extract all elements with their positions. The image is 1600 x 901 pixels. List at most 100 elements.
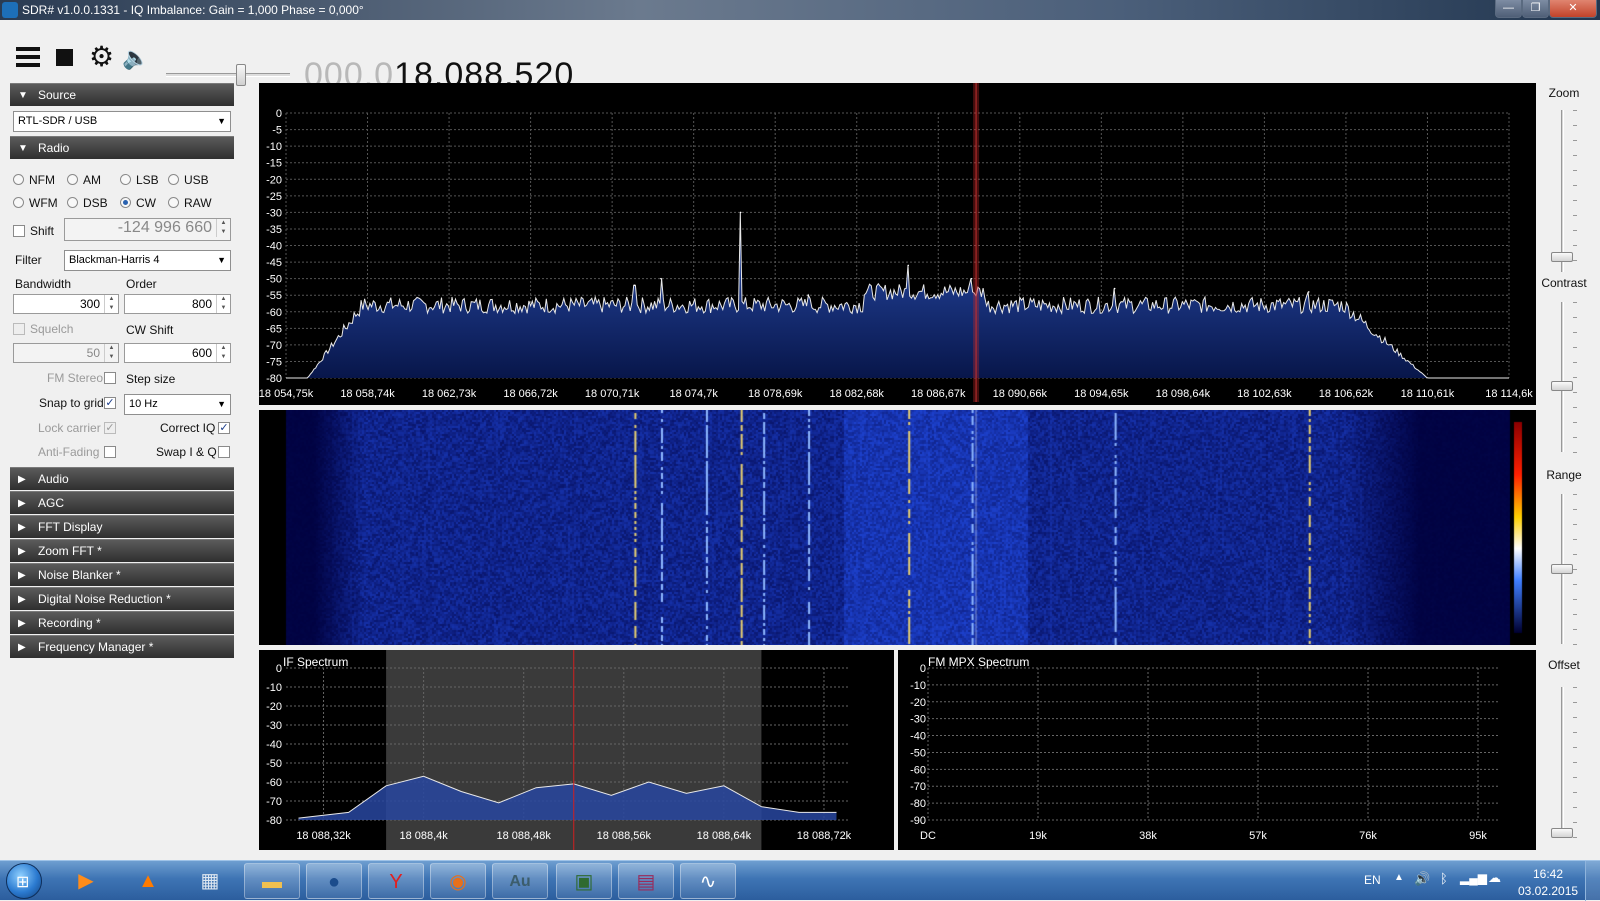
stop-icon[interactable] xyxy=(56,49,73,66)
offset-slider[interactable] xyxy=(1561,687,1564,837)
filter-select[interactable]: Blackman-Harris 4 ▼ xyxy=(64,250,231,271)
audition-icon[interactable]: Au xyxy=(492,863,548,899)
explorer-icon[interactable]: ▬ xyxy=(244,863,300,899)
calculator-icon[interactable]: ▦ xyxy=(182,863,238,899)
lock-carrier-label: Lock carrier xyxy=(38,421,101,435)
zoom-slider-thumb[interactable] xyxy=(1551,252,1573,262)
fm-mpx-spectrum[interactable]: 0 -10 -20 -30 -40 -50 -60 -70 -80 -90 DC 19k 38k 57k 7… xyxy=(898,650,1536,850)
if-spectrum[interactable]: 0 -10 -20 -30 -40 -50 -60 -70 -80 18 088,32k 18 08… xyxy=(259,650,894,850)
language-indicator[interactable]: EN xyxy=(1364,873,1381,887)
mode-radio-cw[interactable]: CW xyxy=(120,196,156,210)
mode-radio-nfm[interactable]: NFM xyxy=(13,173,55,187)
y-tick-label: -80 xyxy=(910,798,926,810)
control-panel: ▼ Source RTL-SDR / USB ▼ ▼ Radio NFM AM LSB US… xyxy=(10,83,234,658)
section-recording[interactable]: ▶ Recording * xyxy=(10,611,234,634)
show-desktop-button[interactable] xyxy=(1585,861,1600,901)
y-tick-label: -40 xyxy=(266,241,282,253)
volume-tray-icon[interactable]: 🔊 xyxy=(1414,871,1430,887)
globe-icon[interactable]: ● xyxy=(306,863,362,899)
minimize-button[interactable]: — xyxy=(1495,0,1522,18)
radio-circle-icon xyxy=(120,174,131,185)
offset-slider-thumb[interactable] xyxy=(1551,828,1573,838)
yandex-icon[interactable]: Y xyxy=(368,863,424,899)
volume-slider[interactable] xyxy=(166,73,290,77)
bluetooth-icon[interactable]: ᛒ xyxy=(1440,871,1448,886)
section-zoom-fft[interactable]: ▶ Zoom FFT * xyxy=(10,539,234,562)
signal-peak xyxy=(633,284,636,287)
tray-expand-icon[interactable]: ▲ xyxy=(1394,872,1404,883)
correct-iq-checkbox[interactable]: ✓ xyxy=(218,422,230,434)
spin-arrows-icon[interactable]: ▲ ▼ xyxy=(104,344,118,362)
slider-tick xyxy=(1573,332,1577,333)
section-audio[interactable]: ▶ Audio xyxy=(10,467,234,490)
fm-stereo-checkbox[interactable] xyxy=(104,372,116,384)
zoom-slider[interactable] xyxy=(1561,110,1564,272)
section-agc[interactable]: ▶ AGC xyxy=(10,491,234,514)
expand-arrow-icon: ▶ xyxy=(18,594,26,605)
vlc-icon[interactable]: ▲ xyxy=(120,863,176,899)
start-button[interactable]: ⊞ xyxy=(6,863,42,899)
waterfall[interactable] xyxy=(259,410,1536,645)
sdrsharp-icon[interactable]: ∿ xyxy=(680,863,736,899)
signal-icon[interactable]: ▂▄▆ xyxy=(1460,871,1487,885)
source-select[interactable]: RTL-SDR / USB ▼ xyxy=(13,111,231,132)
monitor-icon[interactable]: ▣ xyxy=(556,863,612,899)
mode-radio-am[interactable]: AM xyxy=(67,173,101,187)
clock-time[interactable]: 16:42 xyxy=(1533,867,1563,881)
swap-iq-checkbox[interactable] xyxy=(218,446,230,458)
squelch-checkbox[interactable] xyxy=(13,323,25,335)
section-source-label: Source xyxy=(38,88,77,102)
speaker-icon[interactable]: 🔈 xyxy=(122,46,149,70)
mode-radio-usb[interactable]: USB xyxy=(168,173,209,187)
section-digital-noise-reduction[interactable]: ▶ Digital Noise Reduction * xyxy=(10,587,234,610)
network-icon[interactable]: ☁ xyxy=(1488,870,1501,886)
cw-shift-input[interactable]: 600 ▲ ▼ xyxy=(124,343,231,363)
waterfall-canvas[interactable] xyxy=(259,410,1536,645)
signal-peak xyxy=(907,264,910,267)
section-noise-blanker[interactable]: ▶ Noise Blanker * xyxy=(10,563,234,586)
shift-frequency-input[interactable]: -124 996 660 ▲ ▼ xyxy=(64,218,231,241)
main-spectrum[interactable]: 0 -5 -10 -15 -20 -25 -30 -35 -40 -45 -50 -55 -60 -65 -… xyxy=(259,83,1536,405)
section-frequency-manager[interactable]: ▶ Frequency Manager * xyxy=(10,635,234,658)
mode-radio-raw[interactable]: RAW xyxy=(168,196,212,210)
main-spectrum-plot[interactable]: 0 -5 -10 -15 -20 -25 -30 -35 -40 -45 -50 -55 -60 -65 -… xyxy=(259,83,1536,405)
lock-carrier-checkbox[interactable]: ✓ xyxy=(104,422,116,434)
bandwidth-input[interactable]: 300 ▲ ▼ xyxy=(13,294,119,314)
slider-tick xyxy=(1573,377,1577,378)
close-button[interactable]: ✕ xyxy=(1549,0,1597,18)
firefox-icon[interactable]: ◉ xyxy=(430,863,486,899)
mode-radio-lsb[interactable]: LSB xyxy=(120,173,159,187)
expand-arrow-icon: ▶ xyxy=(18,498,26,509)
mode-radio-dsb[interactable]: DSB xyxy=(67,196,108,210)
media-player-icon[interactable]: ▶ xyxy=(58,863,114,899)
contrast-slider[interactable] xyxy=(1561,302,1564,452)
mode-label: CW xyxy=(136,196,156,210)
slider-tick xyxy=(1573,245,1577,246)
squelch-input[interactable]: 50 ▲ ▼ xyxy=(13,343,119,363)
snap-to-grid-checkbox[interactable]: ✓ xyxy=(104,397,116,409)
contrast-slider-thumb[interactable] xyxy=(1551,381,1573,391)
fm-mpx-spectrum-plot[interactable]: 0 -10 -20 -30 -40 -50 -60 -70 -80 -90 DC 19k 38k 57k 7… xyxy=(898,650,1536,850)
maximize-button[interactable]: ❐ xyxy=(1522,0,1549,18)
shift-checkbox[interactable] xyxy=(13,225,25,237)
menu-icon[interactable] xyxy=(16,47,40,67)
winrar-icon[interactable]: ▤ xyxy=(618,863,674,899)
step-size-select[interactable]: 10 Hz ▼ xyxy=(124,394,231,415)
section-radio[interactable]: ▼ Radio xyxy=(10,136,234,159)
spin-arrows-icon[interactable]: ▲ ▼ xyxy=(216,219,230,237)
clock-date[interactable]: 03.02.2015 xyxy=(1518,884,1578,898)
y-tick-label: -40 xyxy=(910,731,926,743)
gear-icon[interactable]: ⚙ xyxy=(89,43,114,71)
y-tick-label: -60 xyxy=(266,307,282,319)
spin-arrows-icon[interactable]: ▲ ▼ xyxy=(216,344,230,362)
anti-fading-checkbox[interactable] xyxy=(104,446,116,458)
range-slider-thumb[interactable] xyxy=(1551,564,1573,574)
section-source[interactable]: ▼ Source xyxy=(10,83,234,106)
spin-arrows-icon[interactable]: ▲ ▼ xyxy=(216,295,230,313)
order-input[interactable]: 800 ▲ ▼ xyxy=(124,294,231,314)
mode-radio-wfm[interactable]: WFM xyxy=(13,196,58,210)
spin-arrows-icon[interactable]: ▲ ▼ xyxy=(104,295,118,313)
section-fft-display[interactable]: ▶ FFT Display xyxy=(10,515,234,538)
volume-slider-thumb[interactable] xyxy=(236,64,246,86)
if-spectrum-plot[interactable]: 0 -10 -20 -30 -40 -50 -60 -70 -80 18 088,32k 18 08… xyxy=(259,650,894,850)
